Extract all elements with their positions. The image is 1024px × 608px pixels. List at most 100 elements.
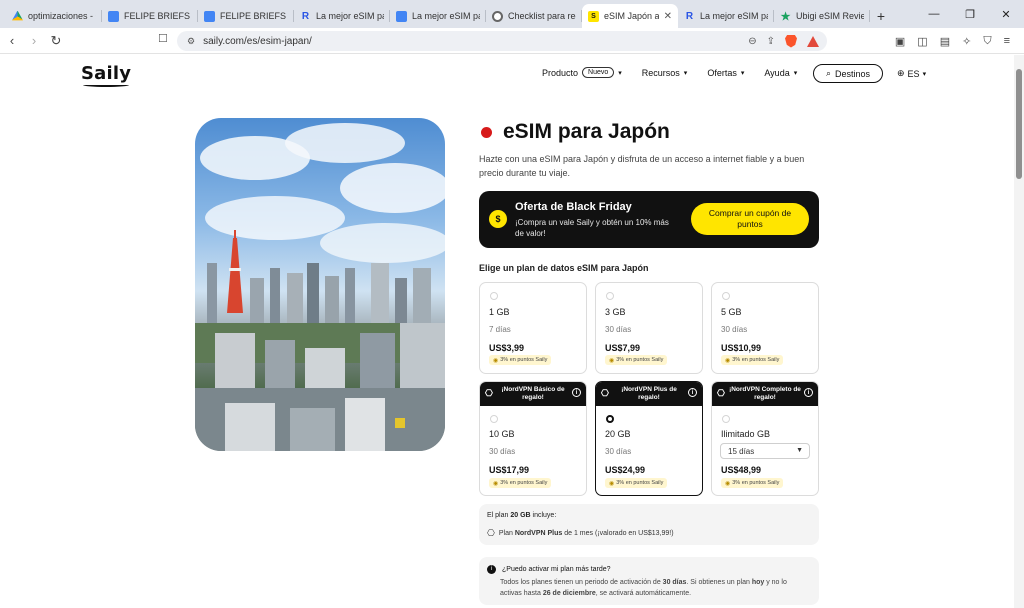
voucher-icon: $ [489,210,507,228]
browser-tab[interactable]: R La mejor eSIM par [294,4,390,28]
chevron-down-icon: ▾ [793,69,798,77]
promo-title: Oferta de Black Friday [515,201,632,213]
nav-offers-label: Ofertas [707,67,737,78]
brave-rewards-icon[interactable] [807,35,819,47]
browser-tab[interactable]: R La mejor eSIM par [678,4,774,28]
gift-icon: ⎔ [485,388,493,398]
nav-product-label: Producto [542,67,579,78]
info-icon[interactable]: i [572,388,581,397]
points-label: 3% en puntos Saily [616,357,664,363]
plan-price: US$48,99 [721,465,762,475]
faq-question-text: ¿Puedo activar mi plan más tarde? [502,566,611,573]
nav-offers[interactable]: Ofertas ▾ [707,68,744,78]
address-bar[interactable]: ⚙ saily.com/es/esim-japan/ ⊖ ⇪ [177,31,827,51]
plan-duration: 7 días [489,325,511,334]
plan-radio[interactable] [490,415,498,423]
plan-radio-selected[interactable] [606,415,614,423]
share-icon[interactable]: ⇪ [767,36,775,47]
points-badge: ◉ 3% en puntos Saily [605,355,668,365]
browser-tab[interactable]: La mejor eSIM par [390,4,486,28]
minimize-button[interactable]: — [916,0,952,28]
plan-duration: 30 días [721,325,748,334]
reload-button[interactable]: ↻ [46,31,66,51]
plan-price: US$3,99 [489,343,525,353]
faq-answer-part: , se activará automáticamente. [595,590,692,597]
destinations-button[interactable]: ⌕ Destinos [813,64,883,83]
language-selector[interactable]: ⊕ ES ▾ [897,68,926,79]
plan-radio[interactable] [722,292,730,300]
coin-icon: ◉ [609,480,615,487]
wallet-icon[interactable]: ▤ [940,35,950,48]
close-icon[interactable]: ✕ [664,11,672,22]
info-icon[interactable]: i [688,388,697,397]
new-badge: Nuevo [582,67,615,78]
points-badge: ◉ 3% en puntos Saily [489,478,552,488]
points-label: 3% en puntos Saily [616,480,664,486]
menu-icon[interactable]: ≡ [1004,35,1010,47]
maximize-button[interactable]: ❐ [952,0,988,28]
new-tab-button[interactable]: + [870,4,892,28]
plan-data-amount: Ilimitado GB [721,429,771,439]
nav-product[interactable]: Producto Nuevo ▾ [542,67,622,78]
brave-shield-icon[interactable] [785,34,797,48]
back-button[interactable]: ‹ [2,31,22,51]
page-scrollbar[interactable] [1014,55,1024,608]
plan-price: US$24,99 [605,465,646,475]
browser-tab-active[interactable]: SeSIM Japón a ✕ [582,4,678,28]
destinations-label: Destinos [835,68,871,79]
duration-select[interactable]: 15 días ▼ [720,443,810,459]
star-icon: ★ [780,10,791,23]
google-docs-icon [396,10,407,22]
buy-voucher-button[interactable]: Comprar un cupón de puntos [691,203,809,235]
info-icon: i [487,565,496,574]
plan-card-3gb[interactable]: 3 GB 30 días US$7,99 ◉ 3% en puntos Saily [595,282,703,374]
nav-resources-label: Recursos [641,67,680,78]
activation-faq-box: i ¿Puedo activar mi plan más tarde? Todo… [479,557,819,605]
plan-radio[interactable] [606,292,614,300]
plan-duration: 30 días [605,447,632,456]
plan-card-20gb-selected[interactable]: ⎔ ¡NordVPN Plus de regalo! i 20 GB 30 dí… [595,381,703,496]
includes-title-text: El plan [487,512,511,519]
plan-card-1gb[interactable]: 1 GB 7 días US$3,99 ◉ 3% en puntos Saily [479,282,587,374]
includes-row-prefix: Plan [498,530,515,537]
plan-radio[interactable] [722,415,730,423]
plan-data-amount: 1 GB [489,307,510,317]
plan-card-10gb[interactable]: ⎔ ¡NordVPN Básico de regalo! i 10 GB 30 … [479,381,587,496]
nav-resources[interactable]: Recursos ▾ [642,68,688,78]
faq-question: i ¿Puedo activar mi plan más tarde? [487,565,611,574]
promo-text: ¡Compra un vale Saily y obtén un 10% más… [515,218,669,238]
gift-label: ¡NordVPN Completo de regalo! [729,386,801,401]
window-controls: — ❐ ✕ [916,0,1024,28]
scrollbar-thumb[interactable] [1016,69,1022,179]
zoom-icon[interactable]: ⊖ [748,36,756,47]
includes-row-text: Plan NordVPN Plus de 1 mes (¡valorado en… [499,530,674,537]
leo-ai-icon[interactable]: ✧ [962,35,971,48]
reader-icon[interactable]: ▣ [895,35,905,48]
plan-card-5gb[interactable]: 5 GB 30 días US$10,99 ◉ 3% en puntos Sail… [711,282,819,374]
plan-card-unlimited[interactable]: ⎔ ¡NordVPN Completo de regalo! i Ilimita… [711,381,819,496]
browser-tab[interactable]: FELIPE BRIEFS Q4 [198,4,294,28]
google-drive-icon [12,10,23,21]
search-icon: ⌕ [825,68,832,78]
browser-tab[interactable]: ★Ubigi eSIM Review [774,4,870,28]
gift-label: ¡NordVPN Básico de regalo! [501,386,565,401]
bookmark-icon[interactable]: ☐ [158,32,168,45]
site-settings-icon[interactable]: ⚙ [187,36,195,47]
page-subtitle: Hazte con una eSIM para Japón y disfruta… [479,154,805,178]
coin-icon: ◉ [493,480,499,487]
site-logo[interactable]: Saily [81,63,131,87]
close-window-button[interactable]: ✕ [988,0,1024,28]
browser-right-tools: ▣ ◫ ▤ ✧ ⛉ ≡ [895,31,1010,51]
main-navigation: Producto Nuevo ▾ Recursos ▾ Ofertas ▾ Ay… [542,67,817,78]
browser-tab[interactable]: Checklist para reda [486,4,582,28]
nav-help[interactable]: Ayuda ▾ [764,68,797,78]
forward-button[interactable]: › [24,31,44,51]
points-label: 3% en puntos Saily [500,357,548,363]
plan-radio[interactable] [490,292,498,300]
browser-tab[interactable]: optimizaciones - G [6,4,102,28]
sidebar-icon[interactable]: ◫ [917,35,927,48]
info-icon[interactable]: i [804,388,813,397]
vpn-icon[interactable]: ⛉ [983,35,991,48]
google-docs-icon [204,10,215,22]
browser-tab[interactable]: FELIPE BRIEFS Q4 [102,4,198,28]
